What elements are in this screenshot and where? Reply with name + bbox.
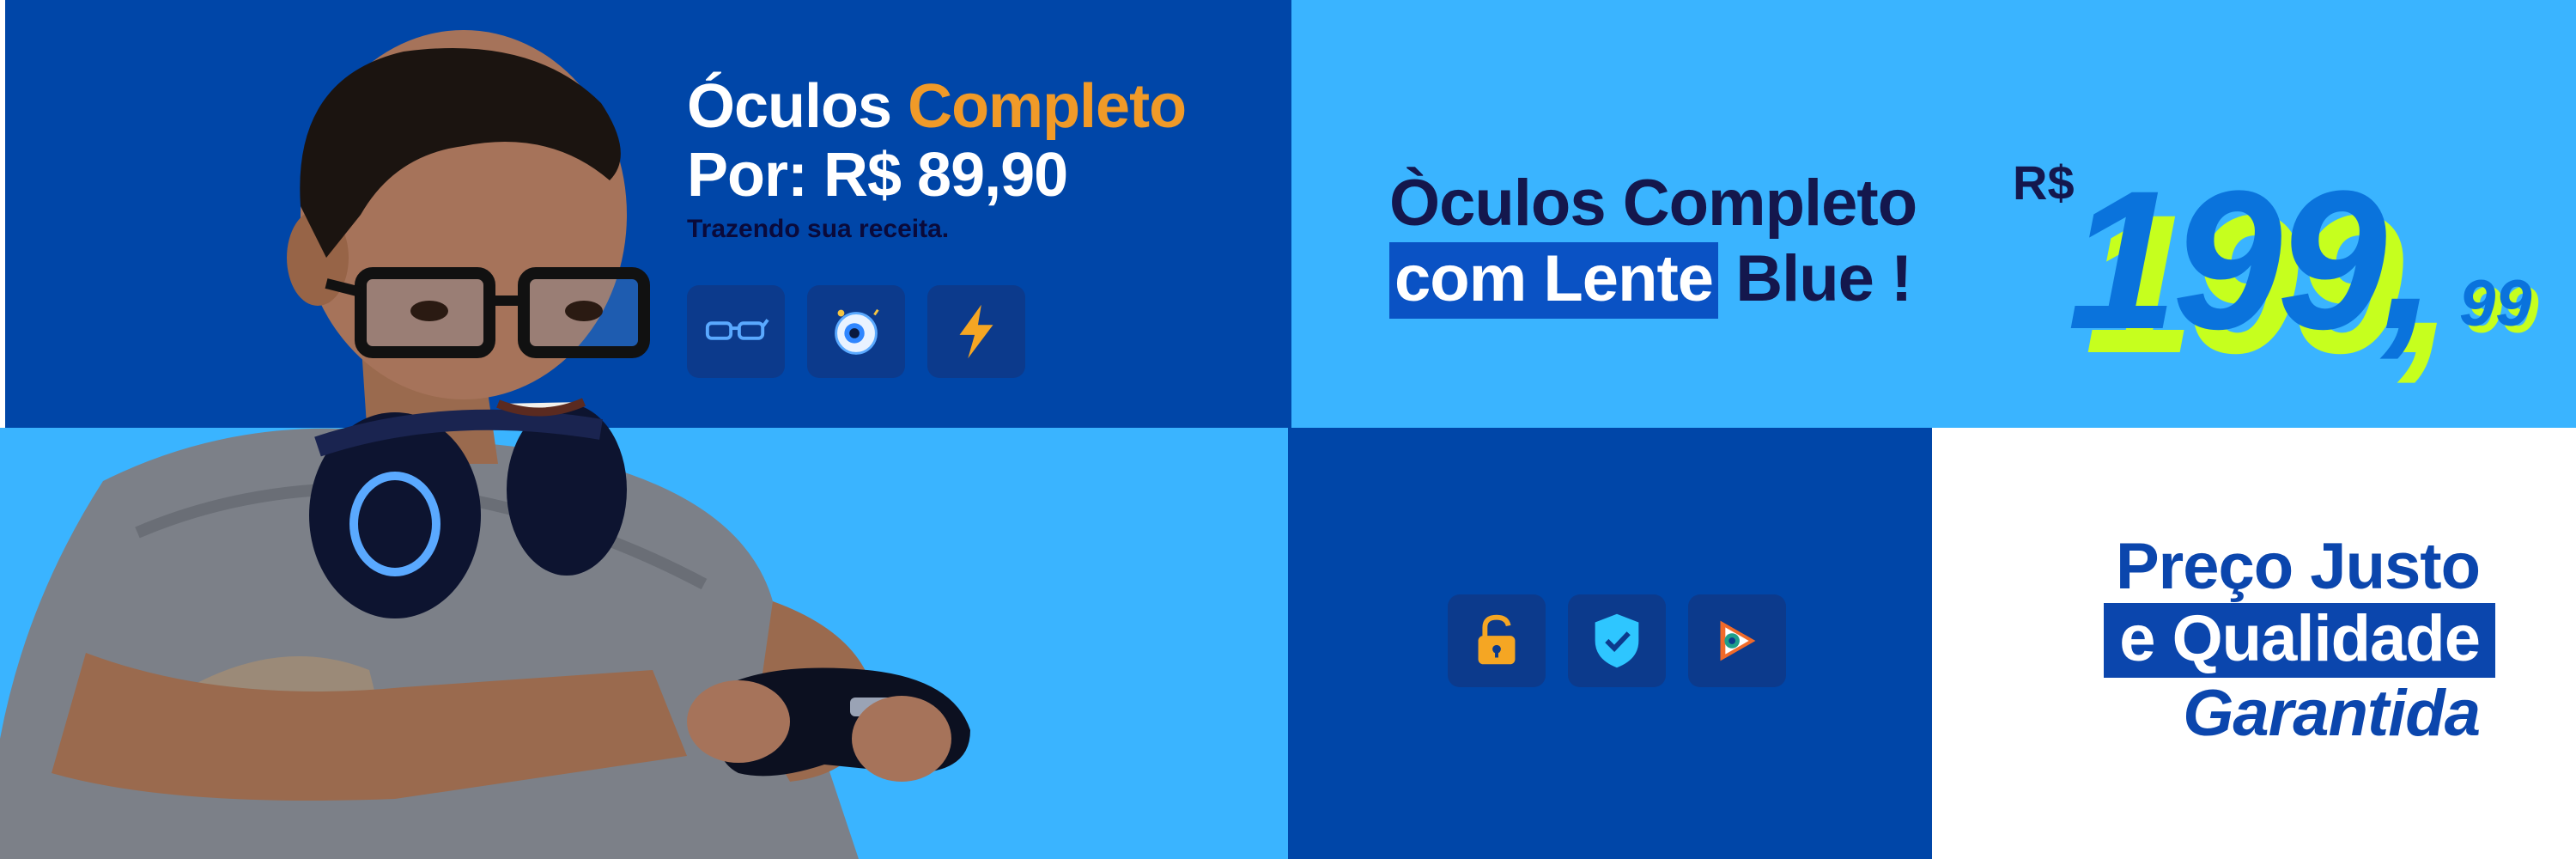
blue-title-highlight: com Lente — [1389, 242, 1719, 320]
unlock-icon — [1448, 594, 1546, 687]
promo-note: Trazendo sua receita. — [687, 215, 950, 243]
slogan-line3: Garantida — [2183, 677, 2481, 751]
slogan-line2: e Qualidade — [2104, 602, 2495, 679]
feature-icons-top — [687, 285, 1025, 378]
promo-banner: Óculos Completo Por: R$ 89,90 Trazendo s… — [0, 0, 2576, 859]
price-integer: 199, — [2068, 149, 2437, 370]
promo-title-word1: Óculos — [687, 72, 892, 141]
promo-title-word2: Completo — [908, 72, 1187, 141]
big-price: R$ 199, 199, 99 99 — [2013, 151, 2545, 383]
blue-title-rest: Blue ! — [1718, 242, 1912, 316]
promo-title: Óculos Completo — [687, 76, 1187, 137]
feature-icons-bottom — [1448, 594, 1786, 687]
promo-price: Por: R$ 89,90 — [687, 141, 1068, 210]
shield-check-icon — [1568, 594, 1666, 687]
glasses-icon — [687, 285, 785, 378]
blue-title-line2: com Lente Blue ! — [1389, 242, 1917, 320]
eye-icon — [807, 285, 905, 378]
blue-title-line1: Òculos Completo — [1389, 167, 1917, 240]
price-cents: 99 — [2459, 267, 2532, 340]
price-currency: R$ — [2013, 155, 2075, 210]
lightning-icon — [927, 285, 1025, 378]
promo-block: Óculos Completo Por: R$ 89,90 Trazendo s… — [687, 76, 1187, 244]
slogan: Preço Justo e Qualidade Garantida — [2104, 530, 2495, 751]
blue-lens-title: Òculos Completo com Lente Blue ! — [1389, 167, 1917, 320]
eye-lens-icon — [1688, 594, 1786, 687]
slogan-line1: Preço Justo — [2115, 530, 2481, 603]
